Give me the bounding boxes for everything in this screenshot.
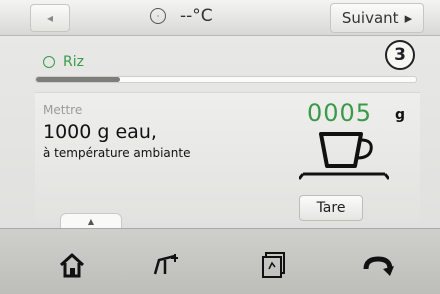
rotate-button[interactable] xyxy=(356,247,400,283)
recipe-icon xyxy=(43,56,55,68)
scale-icon xyxy=(153,254,178,275)
cup-icon xyxy=(299,132,389,180)
tablet-icon xyxy=(262,252,285,278)
instruction-sub: à température ambiante xyxy=(43,146,191,160)
progress-fill xyxy=(36,77,120,82)
weight-unit: g xyxy=(395,107,406,123)
progress-bar xyxy=(35,76,417,83)
home-icon xyxy=(59,253,85,278)
expand-up-icon: ▲ xyxy=(87,216,95,226)
home-button[interactable] xyxy=(50,247,94,283)
weight-value: 0005 xyxy=(307,99,373,127)
tare-label: Tare xyxy=(316,200,346,216)
timer-icon: · xyxy=(150,8,166,24)
temperature-value: --°C xyxy=(180,6,213,26)
instruction-label: Mettre xyxy=(43,103,83,117)
bottom-nav xyxy=(0,228,440,294)
recipe-tag: Riz xyxy=(43,54,84,70)
instruction-panel: Mettre 1000 g eau, à température ambiant… xyxy=(35,92,420,223)
step-number: 3 xyxy=(385,40,415,70)
rotate-icon xyxy=(363,256,394,276)
instruction-main: 1000 g eau, xyxy=(43,121,157,143)
tablet-button[interactable] xyxy=(250,247,294,283)
scale-button[interactable] xyxy=(145,247,189,283)
tare-button[interactable]: Tare xyxy=(299,195,363,221)
top-bar: ◂ · --°C Suivant ▸ xyxy=(0,0,440,36)
next-button-label: Suivant xyxy=(341,9,399,27)
next-button[interactable]: Suivant ▸ xyxy=(330,3,424,33)
back-arrow-icon: ◂ xyxy=(46,11,54,25)
temperature-display: · --°C xyxy=(150,6,213,26)
recipe-name: Riz xyxy=(63,54,84,70)
recipe-header: Riz xyxy=(35,50,420,78)
back-button[interactable]: ◂ xyxy=(30,4,70,32)
next-arrow-icon: ▸ xyxy=(404,9,413,27)
panel-handle[interactable]: ▲ xyxy=(60,213,122,228)
screen: ◂ · --°C Suivant ▸ Riz 3 Mettre 1000 g e… xyxy=(0,0,440,294)
